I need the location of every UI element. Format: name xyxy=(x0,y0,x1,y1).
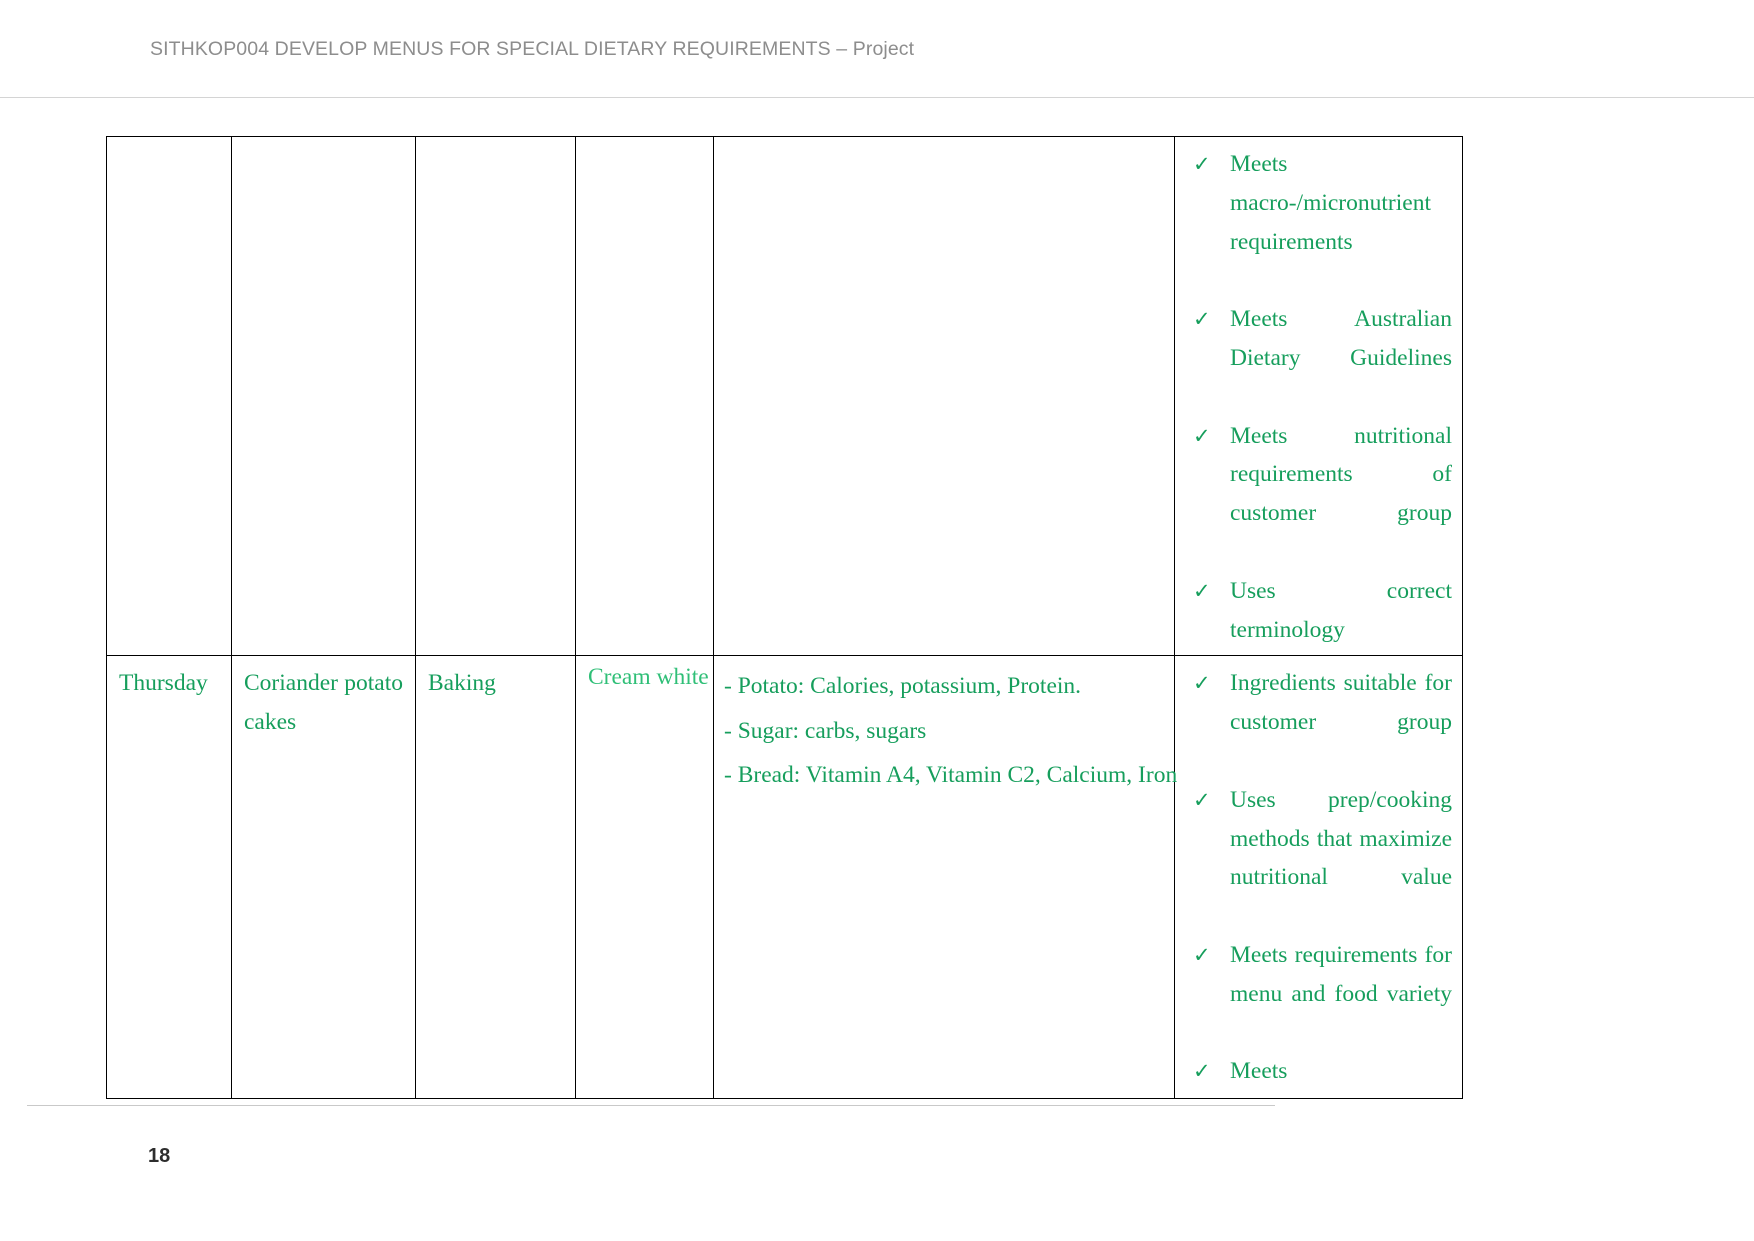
checklist-item: ✓ Meets Australian Dietary Guidelines xyxy=(1187,300,1452,416)
nutrition-line: - Potato: Calories, potassium, Protein. xyxy=(724,673,1082,700)
checklist-clip: ✓ Ingredients suitable for customer grou… xyxy=(1175,656,1462,1091)
cell-dish: Coriander potato cakes xyxy=(231,655,416,1100)
nutrition-list xyxy=(714,137,1174,155)
dish-text: Coriander potato cakes xyxy=(244,670,403,735)
requirements-checklist: ✓ Meets macro-/micronutrient requirement… xyxy=(1175,137,1462,655)
checklist-item: ✓ Uses correct terminology xyxy=(1187,572,1452,650)
checklist-item: ✓ Meets nutritional requirements of cust… xyxy=(1187,417,1452,572)
method-text xyxy=(416,137,575,155)
check-icon: ✓ xyxy=(1193,307,1211,332)
day-text xyxy=(107,137,231,155)
menu-requirements-table: ✓ Meets macro-/micronutrient requirement… xyxy=(106,135,1463,1100)
cell-day: Thursday xyxy=(106,655,232,1100)
checklist-item-label: Meets Australian Dietary Guidelines xyxy=(1230,306,1452,371)
requirements-checklist: ✓ Ingredients suitable for customer grou… xyxy=(1175,656,1462,1091)
check-icon: ✓ xyxy=(1193,671,1211,696)
checklist-item: ✓ Ingredients suitable for customer grou… xyxy=(1187,664,1452,780)
cell-colour: Cream white xyxy=(575,655,714,1100)
checklist-item-label: Uses correct terminology xyxy=(1230,577,1452,643)
checklist-item: ✓ Meets requirements for menu and food v… xyxy=(1187,936,1452,1052)
colour-text: Cream white xyxy=(588,664,709,691)
document-header-title: SITHKOP004 DEVELOP MENUS FOR SPECIAL DIE… xyxy=(150,38,915,60)
page-number: 18 xyxy=(148,1145,171,1167)
cell-cooking-method xyxy=(415,135,576,657)
day-text: Thursday xyxy=(119,670,208,697)
check-icon: ✓ xyxy=(1193,423,1211,448)
cell-colour xyxy=(575,135,714,657)
cell-day xyxy=(106,135,232,657)
colour-text xyxy=(576,137,713,149)
check-icon: ✓ xyxy=(1193,578,1211,603)
page-footer: 18 xyxy=(0,1085,1754,1241)
nutrition-line: - Sugar: carbs, sugars xyxy=(724,717,927,744)
header-divider-gap xyxy=(1245,93,1275,97)
checklist-item-label: Ingredients suitable for customer group xyxy=(1230,670,1452,736)
check-icon: ✓ xyxy=(1193,942,1211,967)
check-icon: ✓ xyxy=(1193,152,1211,176)
table-row: Thursday Coriander potato cakes Baking C… xyxy=(106,655,1463,1100)
checklist-item-label: Uses prep/cooking methods that maximize … xyxy=(1230,786,1452,891)
checklist-item-label: Meets requirements for menu and food var… xyxy=(1230,941,1452,1007)
cell-checklist: ✓ Meets macro-/micronutrient requirement… xyxy=(1174,135,1463,657)
nutrition-line: - Bread: Vitamin A4, Vitamin C2, Calcium… xyxy=(724,762,1178,789)
nutrition-list: - Potato: Calories, potassium, Protein. … xyxy=(714,656,1178,808)
cell-checklist: ✓ Ingredients suitable for customer grou… xyxy=(1174,655,1463,1100)
footer-divider xyxy=(27,1105,1275,1106)
cell-cooking-method: Baking xyxy=(415,655,576,1100)
cell-nutrition xyxy=(713,135,1175,657)
checklist-item: ✓ Meets macro-/micronutrient requirement… xyxy=(1187,145,1452,300)
method-text: Baking xyxy=(428,670,496,697)
cell-nutrition: - Potato: Calories, potassium, Protein. … xyxy=(713,655,1178,1100)
dish-text xyxy=(232,137,415,194)
checklist-item: ✓ Uses prep/cooking methods that maximiz… xyxy=(1187,781,1452,936)
page-header: SITHKOP004 DEVELOP MENUS FOR SPECIAL DIE… xyxy=(0,0,1754,98)
header-divider xyxy=(0,97,1754,98)
checklist-item-label: Meets nutritional requirements of custom… xyxy=(1230,422,1452,527)
check-icon: ✓ xyxy=(1193,787,1211,812)
checklist-item-label: Meets macro-/micronutrient requirements xyxy=(1230,151,1431,255)
table-row: ✓ Meets macro-/micronutrient requirement… xyxy=(106,135,1463,657)
cell-dish xyxy=(231,135,416,657)
